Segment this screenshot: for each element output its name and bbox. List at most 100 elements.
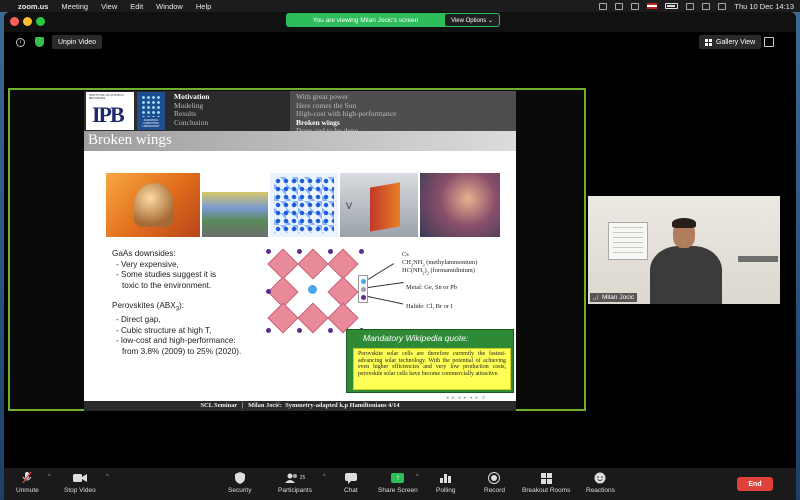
perovskite-point-1: - Direct gap, xyxy=(116,315,161,325)
stop-video-label: Stop Video xyxy=(64,487,96,494)
wifi-icon[interactable] xyxy=(686,2,695,10)
halide-atom xyxy=(297,249,302,254)
menu-window[interactable]: Window xyxy=(156,2,183,11)
lattice-pattern xyxy=(274,177,334,233)
participant-hair xyxy=(672,218,696,228)
participants-count: 25 xyxy=(299,475,306,481)
shared-screen: INSTITUTE OF PHYSICS BELGRADE IPB SCIENT… xyxy=(8,88,586,411)
slide-title-bar: Broken wings xyxy=(84,131,516,151)
end-meeting-button[interactable]: End xyxy=(737,477,773,491)
view-options-button[interactable]: View Options ⌄ xyxy=(445,14,499,26)
record-button[interactable]: Record xyxy=(484,471,505,494)
grid-icon xyxy=(705,38,712,46)
gallery-view-label: Gallery View xyxy=(716,38,756,46)
label-metal: Metal: Ge, Sn or Pb xyxy=(406,284,457,291)
gallery-view-button[interactable]: Gallery View xyxy=(699,35,762,49)
ipb-logo: INSTITUTE OF PHYSICS BELGRADE IPB xyxy=(86,92,134,130)
participants-button[interactable]: 25 Participants xyxy=(278,471,312,494)
gaas-heading: GaAs downsides: xyxy=(112,249,176,258)
screen-share-message: You are viewing Milan Jocic's screen xyxy=(312,16,419,24)
quote-title: Mandatory Wikipedia quote: xyxy=(363,333,469,343)
record-icon xyxy=(488,471,501,485)
chat-bubble-icon xyxy=(344,471,357,485)
share-screen-icon: ↑ xyxy=(391,473,405,483)
minimize-window-button[interactable] xyxy=(23,17,32,26)
participant-video-tile[interactable]: Milan Jocic xyxy=(588,196,780,304)
people-icon: 25 xyxy=(284,471,306,485)
icarus-image xyxy=(106,173,200,237)
fullscreen-icon[interactable] xyxy=(764,37,774,47)
participants-caret-icon[interactable]: ^ xyxy=(323,474,326,480)
meeting-top-row: i Unpin Video Gallery View xyxy=(4,34,796,50)
unmute-button[interactable]: Unmute xyxy=(16,471,39,494)
stop-video-button[interactable]: Stop Video xyxy=(64,471,96,494)
menubar-clock[interactable]: Thu 10 Dec 14:13 xyxy=(734,2,794,11)
breakout-grid-icon xyxy=(540,471,552,485)
input-source-flag-icon[interactable] xyxy=(647,3,658,9)
halide-atom xyxy=(328,328,333,333)
bluetooth-icon[interactable] xyxy=(631,2,640,10)
smiley-plus-icon xyxy=(594,471,606,485)
dropbox-icon[interactable] xyxy=(615,2,624,10)
nav-section-conclusion: Conclusion xyxy=(174,117,209,127)
whiteboard-lines xyxy=(613,227,643,255)
encryption-shield-icon[interactable] xyxy=(35,37,44,47)
octahedron xyxy=(267,248,299,280)
participant-body xyxy=(650,246,722,304)
audio-options-caret-icon[interactable]: ^ xyxy=(48,474,51,480)
perovskite-point-2: - Cubic structure at high T, xyxy=(116,325,212,335)
legend-a-dot xyxy=(361,279,366,284)
unpin-video-button[interactable]: Unpin Video xyxy=(52,35,103,49)
label-formamidinium: HC(NH2)2 (formamidinium) xyxy=(402,267,475,276)
icarus-figure xyxy=(134,183,174,227)
video-camera-icon xyxy=(72,471,87,485)
label-cesium: Cs xyxy=(402,251,409,258)
label-halide: Halide: Cl, Br or I xyxy=(406,303,453,310)
menu-meeting[interactable]: Meeting xyxy=(61,2,88,11)
legend-b-dot xyxy=(361,287,366,292)
bar-chart-icon xyxy=(440,471,452,485)
solar-cell-layers-image xyxy=(202,173,268,237)
octahedron xyxy=(267,302,299,334)
microphone-muted-icon xyxy=(22,471,32,485)
gaas-point-2-cont: toxic to the environment. xyxy=(122,280,212,290)
breakout-rooms-button[interactable]: Breakout Rooms xyxy=(522,471,570,494)
menu-help[interactable]: Help xyxy=(196,2,211,11)
chat-label: Chat xyxy=(344,487,358,494)
reactions-button[interactable]: Reactions xyxy=(586,471,615,494)
halide-atom xyxy=(266,328,271,333)
window-titlebar: You are viewing Milan Jocic's screen Vie… xyxy=(4,12,796,32)
status-icon[interactable] xyxy=(599,2,608,10)
meeting-toolbar: Unmute ^ Stop Video ^ Security 25 Partic… xyxy=(4,468,796,500)
battery-icon[interactable] xyxy=(665,3,679,9)
scl-logo-text: SCIENTIFIC COMPUTING LABORATORY xyxy=(142,119,160,128)
menu-app-name[interactable]: zoom.us xyxy=(18,2,48,11)
participant-name-tag: Milan Jocic xyxy=(590,293,638,302)
halide-atom xyxy=(266,249,271,254)
participant-name: Milan Jocic xyxy=(602,294,635,301)
info-icon[interactable]: i xyxy=(16,38,25,47)
control-center-icon[interactable] xyxy=(718,2,727,10)
polling-button[interactable]: Polling xyxy=(436,471,456,494)
menu-view[interactable]: View xyxy=(101,2,117,11)
crystal-lattice-image xyxy=(270,173,338,237)
flexible-cell-image xyxy=(420,173,500,237)
video-options-caret-icon[interactable]: ^ xyxy=(106,474,109,480)
menu-edit[interactable]: Edit xyxy=(130,2,143,11)
octahedron xyxy=(297,302,329,334)
share-options-caret-icon[interactable]: ^ xyxy=(416,474,419,480)
security-button[interactable]: Security xyxy=(228,471,251,494)
share-screen-button[interactable]: ↑ Share Screen xyxy=(378,471,418,494)
a-site-cation xyxy=(308,285,317,294)
zoom-window-button[interactable] xyxy=(36,17,45,26)
close-window-button[interactable] xyxy=(10,17,19,26)
background-furniture xyxy=(738,256,778,286)
whiteboard xyxy=(608,222,648,260)
participants-label: Participants xyxy=(278,487,312,494)
ipb-logo-caption: INSTITUTE OF PHYSICS BELGRADE xyxy=(89,93,124,100)
gaas-point-2: - Some studies suggest it is xyxy=(116,270,217,279)
slide-body-text: GaAs downsides: - Very expensive, - Some… xyxy=(112,249,241,357)
search-icon[interactable] xyxy=(702,2,711,10)
chat-button[interactable]: Chat xyxy=(344,471,358,494)
halide-atom xyxy=(266,289,271,294)
